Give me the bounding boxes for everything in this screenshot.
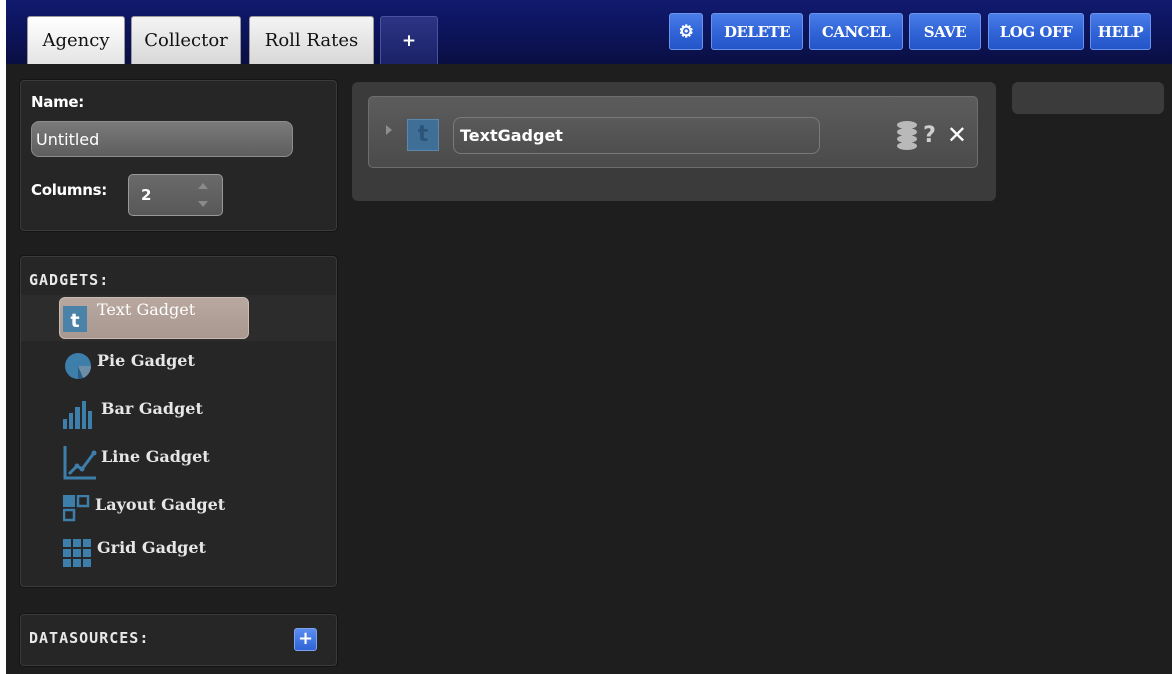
- add-tab-button[interactable]: +: [380, 16, 438, 64]
- stepper-arrows[interactable]: [196, 183, 210, 207]
- gadget-item-label: Grid Gadget: [97, 538, 206, 557]
- gadgets-panel: GADGETS: t Text Gadget Pie Gadget Bar Ga…: [20, 256, 337, 587]
- datasources-title: DATASOURCES:: [29, 629, 150, 647]
- tab-agency[interactable]: Agency: [27, 16, 125, 64]
- columns-label: Columns:: [31, 181, 107, 199]
- settings-button[interactable]: ⚙: [669, 13, 703, 50]
- gadget-item-label: Bar Gadget: [101, 399, 203, 418]
- svg-text:t: t: [70, 310, 79, 332]
- columns-value: 2: [141, 186, 152, 204]
- text-icon: t: [63, 306, 87, 336]
- app-window: Agency Collector Roll Rates + ⚙ DELETE C…: [6, 0, 1172, 674]
- gadget-item-pie[interactable]: Pie Gadget: [21, 343, 336, 389]
- chevron-down-icon[interactable]: [198, 201, 208, 207]
- dashboard-column-2: [1012, 82, 1164, 114]
- gear-icon: ⚙: [678, 21, 694, 42]
- pie-chart-icon: [63, 351, 93, 385]
- save-button[interactable]: SAVE: [909, 13, 981, 50]
- chevron-up-icon[interactable]: [198, 183, 208, 189]
- bar-chart-icon: [63, 399, 93, 433]
- top-bar: Agency Collector Roll Rates + ⚙ DELETE C…: [6, 0, 1172, 64]
- help-icon[interactable]: ?: [923, 123, 936, 148]
- close-icon[interactable]: ✕: [947, 121, 967, 149]
- tab-collector[interactable]: Collector: [131, 16, 241, 64]
- datasources-panel: DATASOURCES: +: [20, 614, 337, 666]
- log-off-button[interactable]: LOG OFF: [988, 13, 1084, 50]
- help-button[interactable]: HELP: [1090, 13, 1151, 50]
- name-input[interactable]: Untitled: [31, 121, 293, 157]
- gadget-item-grid[interactable]: Grid Gadget: [21, 531, 336, 577]
- gadget-item-bar[interactable]: Bar Gadget: [21, 391, 336, 437]
- cancel-button[interactable]: CANCEL: [809, 13, 903, 50]
- gadget-item-line[interactable]: Line Gadget: [21, 439, 336, 485]
- name-label: Name:: [31, 93, 84, 111]
- dashboard-column-1: t TextGadget ? ✕: [352, 82, 996, 201]
- expand-caret-icon[interactable]: [386, 125, 392, 135]
- gadget-item-label: Line Gadget: [101, 447, 210, 466]
- gadget-card-text[interactable]: t TextGadget ? ✕: [368, 96, 978, 168]
- gadget-title-input[interactable]: TextGadget: [453, 117, 820, 154]
- text-gadget-icon: t: [407, 119, 439, 151]
- gadget-item-label: Layout Gadget: [95, 495, 226, 514]
- gadget-item-label: Pie Gadget: [97, 351, 195, 370]
- database-icon[interactable]: [896, 120, 918, 150]
- gadgets-title: GADGETS:: [29, 271, 110, 289]
- gadget-actions: ? ✕: [896, 117, 967, 153]
- gadget-item-layout[interactable]: Layout Gadget: [21, 487, 336, 533]
- tab-roll-rates[interactable]: Roll Rates: [249, 16, 374, 64]
- gadget-item-text[interactable]: t Text Gadget: [21, 295, 336, 341]
- add-datasource-button[interactable]: +: [294, 628, 317, 651]
- layout-icon: [62, 494, 91, 527]
- line-chart-icon: [63, 444, 97, 484]
- gadget-item-label: Text Gadget: [97, 300, 196, 319]
- columns-stepper[interactable]: 2: [128, 174, 223, 216]
- delete-button[interactable]: DELETE: [711, 13, 803, 50]
- grid-icon: [63, 539, 91, 571]
- properties-panel: Name: Untitled Columns: 2: [20, 80, 337, 231]
